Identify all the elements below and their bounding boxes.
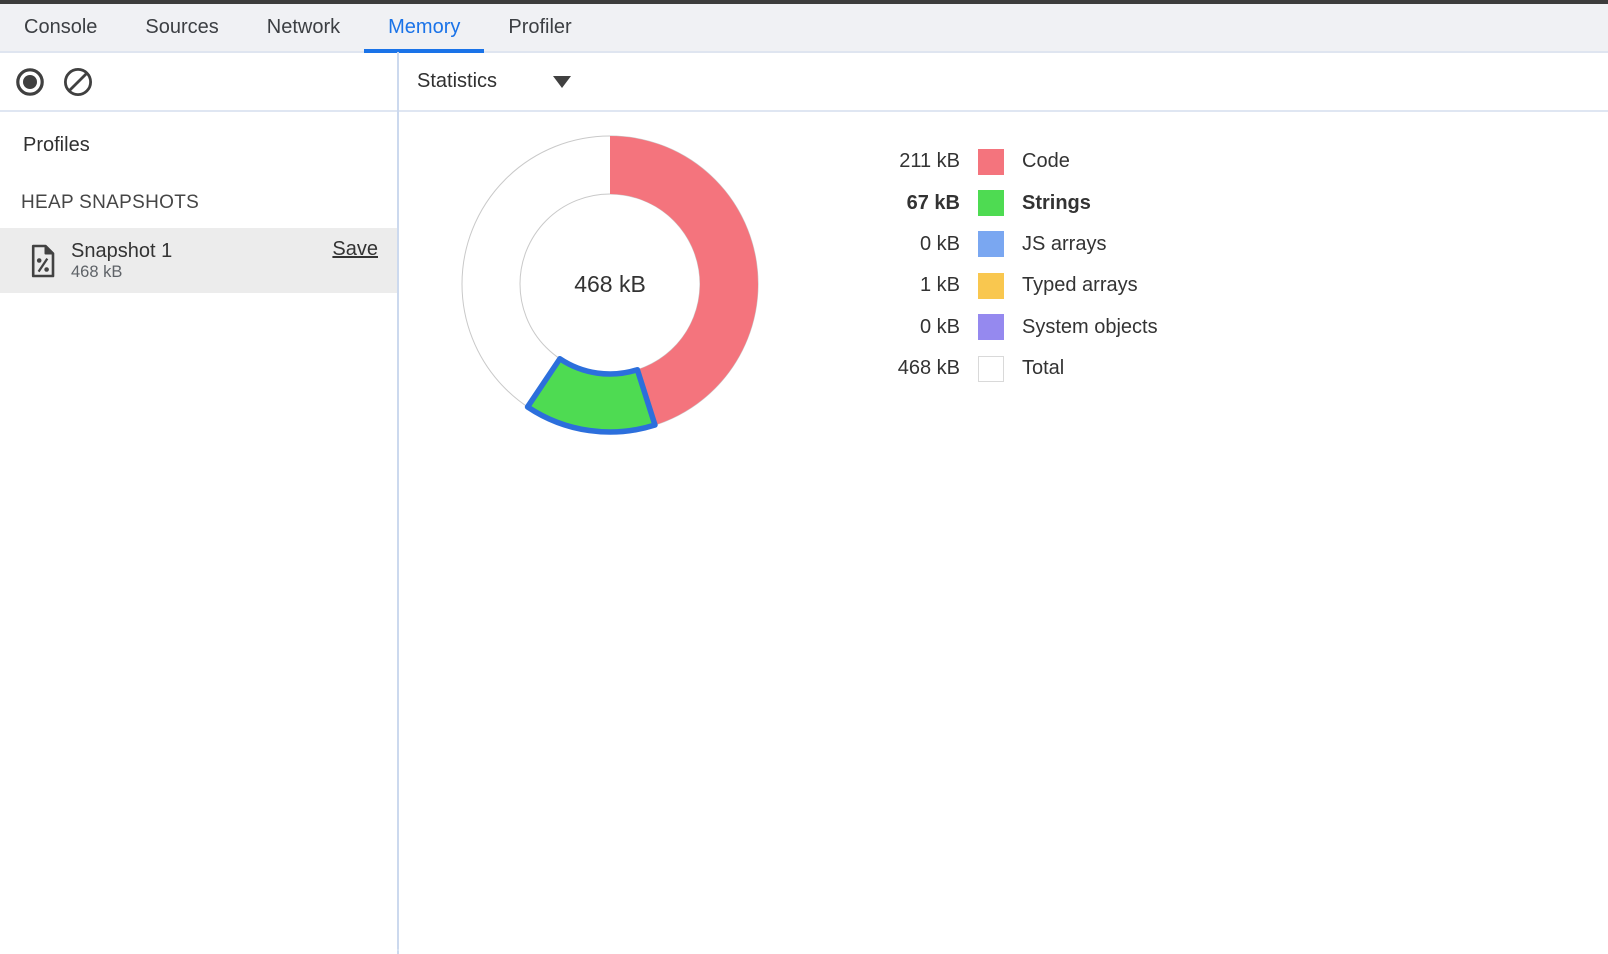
devtools-tabbar: Console Sources Network Memory Profiler	[0, 4, 1608, 53]
toolbar-right: Statistics	[397, 53, 1608, 110]
heap-snapshot-document-icon	[30, 244, 56, 278]
heap-snapshots-section-header: HEAP SNAPSHOTS	[21, 192, 199, 214]
legend-row-total[interactable]: 468 kB Total	[850, 348, 1158, 389]
legend-value: 67 kB	[850, 192, 960, 215]
legend-swatch-strings	[978, 190, 1004, 216]
snapshot-size: 468 kB	[71, 263, 332, 282]
chart-legend: 211 kB Code 67 kB Strings 0 kB JS arrays…	[850, 141, 1158, 389]
donut-slice-strings[interactable]	[528, 359, 655, 432]
circle-slash-icon	[63, 67, 93, 97]
legend-label: Typed arrays	[1022, 274, 1138, 297]
legend-label: Total	[1022, 357, 1064, 380]
legend-value: 1 kB	[850, 274, 960, 297]
perspective-select-value: Statistics	[417, 70, 497, 93]
donut-center-label: 468 kB	[574, 271, 646, 297]
tab-sources[interactable]: Sources	[121, 4, 242, 51]
tab-profiler[interactable]: Profiler	[484, 4, 595, 51]
legend-value: 211 kB	[850, 150, 960, 173]
legend-row-code[interactable]: 211 kB Code	[850, 141, 1158, 182]
memory-toolbar: Statistics	[0, 53, 1608, 112]
tab-memory[interactable]: Memory	[364, 4, 484, 51]
legend-swatch-total	[978, 356, 1004, 382]
record-heap-snapshot-button[interactable]	[15, 67, 45, 97]
heap-donut-chart: 468 kB	[452, 126, 772, 446]
legend-row-js-arrays[interactable]: 0 kB JS arrays	[850, 224, 1158, 265]
legend-label: JS arrays	[1022, 233, 1106, 256]
save-snapshot-link[interactable]: Save	[332, 238, 378, 261]
legend-label: System objects	[1022, 316, 1158, 339]
snapshot-name: Snapshot 1	[71, 239, 332, 263]
tab-network[interactable]: Network	[243, 4, 364, 51]
tab-console[interactable]: Console	[0, 4, 121, 51]
legend-swatch-js-arrays	[978, 231, 1004, 257]
profiles-sidebar: Profiles HEAP SNAPSHOTS Snapshot 1 468 k…	[0, 112, 397, 954]
legend-value: 0 kB	[850, 316, 960, 339]
clear-profiles-button[interactable]	[63, 67, 93, 97]
legend-row-strings[interactable]: 67 kB Strings	[850, 182, 1158, 223]
sidebar-title: Profiles	[23, 134, 90, 157]
toolbar-left	[0, 53, 397, 110]
legend-value: 468 kB	[850, 357, 960, 380]
legend-swatch-code	[978, 149, 1004, 175]
dropdown-triangle-icon	[553, 76, 571, 88]
legend-row-typed-arrays[interactable]: 1 kB Typed arrays	[850, 265, 1158, 306]
snapshot-texts: Snapshot 1 468 kB	[71, 239, 332, 282]
legend-label: Code	[1022, 150, 1070, 173]
legend-row-system-objects[interactable]: 0 kB System objects	[850, 307, 1158, 348]
record-circle-icon	[15, 67, 45, 97]
legend-swatch-typed-arrays	[978, 273, 1004, 299]
statistics-view: 468 kB 211 kB Code 67 kB Strings 0 kB JS…	[399, 112, 1608, 954]
snapshot-list-item[interactable]: Snapshot 1 468 kB Save	[0, 228, 397, 293]
perspective-select[interactable]: Statistics	[417, 70, 571, 93]
legend-swatch-system-objects	[978, 314, 1004, 340]
legend-value: 0 kB	[850, 233, 960, 256]
legend-label: Strings	[1022, 192, 1091, 215]
